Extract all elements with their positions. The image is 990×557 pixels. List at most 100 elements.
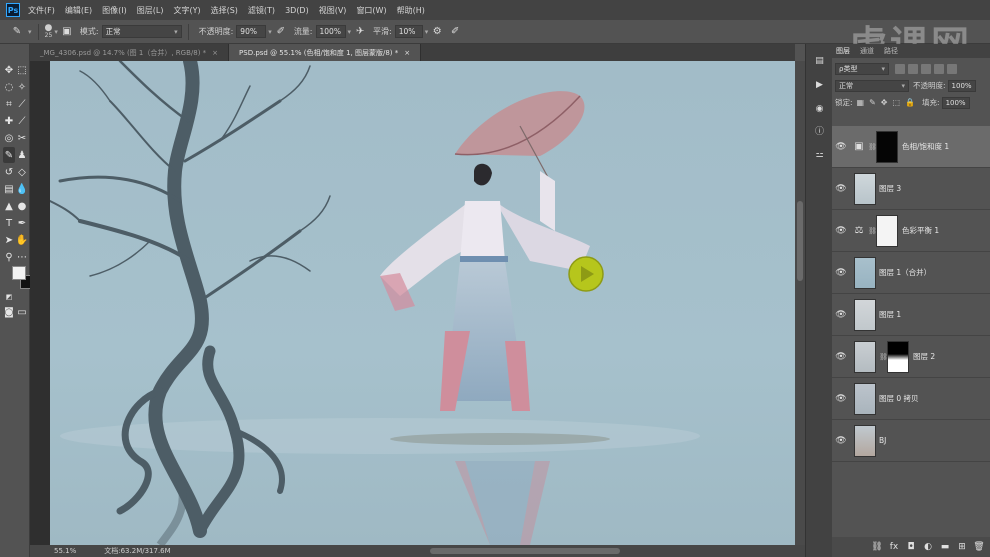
- visibility-eye-icon[interactable]: 👁: [832, 436, 850, 446]
- new-layer-icon[interactable]: ⊞: [955, 540, 969, 554]
- menu-help[interactable]: 帮助(H): [397, 5, 425, 16]
- crop-tool-icon[interactable]: ⌗: [4, 96, 14, 112]
- tab-document-1[interactable]: _MG_4306.psd @ 14.7% (图 1（合并）, RGB/8) * …: [30, 44, 230, 61]
- menu-type[interactable]: 文字(Y): [173, 5, 200, 16]
- link-layers-icon[interactable]: ⛓: [870, 540, 884, 554]
- menu-3d[interactable]: 3D(D): [285, 6, 309, 15]
- chevron-down-icon[interactable]: ▾: [28, 28, 32, 36]
- layer-row[interactable]: 👁 图层 1（合并）: [832, 252, 990, 294]
- burn-tool-icon[interactable]: ●: [16, 198, 28, 214]
- canvas-area[interactable]: [30, 61, 795, 545]
- tab-document-2[interactable]: PSD.psd @ 55.1% (色相/饱和度 1, 图层蒙版/8) * ×: [229, 44, 422, 61]
- eraser-icon[interactable]: ◇: [16, 164, 28, 180]
- brush-panel-icon[interactable]: ▣: [58, 23, 76, 41]
- horizontal-scroll-thumb[interactable]: [430, 548, 620, 554]
- visibility-eye-icon[interactable]: 👁: [832, 226, 850, 236]
- layer-row[interactable]: 👁 图层 1: [832, 294, 990, 336]
- foreground-color-swatch[interactable]: [12, 266, 26, 280]
- pressure-opacity-icon[interactable]: ✐: [272, 23, 290, 41]
- smart-filter-icon[interactable]: [947, 63, 957, 74]
- airbrush-icon[interactable]: ✈: [351, 23, 369, 41]
- opacity-input[interactable]: 90%: [236, 25, 267, 38]
- smoothing-input[interactable]: 10%: [394, 25, 423, 38]
- pixel-filter-icon[interactable]: [895, 63, 905, 74]
- actions-play-icon[interactable]: ▶: [813, 78, 826, 91]
- filter-kind-select[interactable]: ρ类型 ▾: [835, 62, 889, 75]
- shape-filter-icon[interactable]: [934, 63, 944, 74]
- new-adjustment-icon[interactable]: ◐: [921, 540, 935, 554]
- visibility-eye-icon[interactable]: 👁: [832, 142, 850, 152]
- photo-canvas[interactable]: [50, 61, 795, 545]
- marquee-tool-icon[interactable]: ⬚: [16, 62, 28, 78]
- properties-panel-icon[interactable]: ⚍: [813, 148, 826, 161]
- flow-input[interactable]: 100%: [315, 25, 346, 38]
- mode-select[interactable]: 正常 ▾: [101, 25, 182, 38]
- quick-mask-icon[interactable]: ◙: [4, 304, 14, 320]
- menu-edit[interactable]: 编辑(E): [65, 5, 92, 16]
- menu-layer[interactable]: 图层(L): [137, 5, 164, 16]
- brush-tool-icon[interactable]: ✎: [3, 147, 15, 163]
- lock-position-icon[interactable]: ✥: [881, 98, 888, 107]
- adjustment-filter-icon[interactable]: [908, 63, 918, 74]
- layer-row[interactable]: 👁 ▣ ⛓ 色相/饱和度 1: [832, 126, 990, 168]
- move-tool-icon[interactable]: ✥: [4, 62, 14, 78]
- tab-layers[interactable]: 图层: [836, 46, 850, 56]
- lasso-tool-icon[interactable]: ◌: [4, 79, 14, 95]
- menu-filter[interactable]: 滤镜(T): [248, 5, 275, 16]
- blend-mode-select[interactable]: 正常 ▾: [835, 79, 909, 92]
- close-icon[interactable]: ×: [404, 49, 410, 57]
- layer-row[interactable]: 👁 ⚖ ⛓ 色彩平衡 1: [832, 210, 990, 252]
- healing-brush-icon[interactable]: ✚: [4, 113, 14, 129]
- lock-transparent-icon[interactable]: ▦: [857, 98, 865, 107]
- visibility-eye-icon[interactable]: 👁: [832, 184, 850, 194]
- menu-image[interactable]: 图像(I): [102, 5, 127, 16]
- visibility-eye-icon[interactable]: 👁: [832, 310, 850, 320]
- tab-paths[interactable]: 路径: [884, 46, 898, 56]
- layer-opacity-input[interactable]: 100%: [947, 79, 976, 92]
- gear-icon[interactable]: ⚙: [428, 23, 446, 41]
- pressure-size-icon[interactable]: ✐: [446, 23, 464, 41]
- history-brush-icon[interactable]: ↺: [4, 164, 14, 180]
- gradient-tool-icon[interactable]: ▤: [4, 181, 14, 197]
- link-icon[interactable]: ⛓: [868, 227, 877, 235]
- dodge-tool-icon[interactable]: ▲: [4, 198, 14, 214]
- layer-mask-thumbnail[interactable]: [887, 340, 909, 373]
- layer-row[interactable]: 👁 图层 0 拷贝: [832, 378, 990, 420]
- more-tools-icon[interactable]: ⋯: [16, 249, 28, 265]
- close-icon[interactable]: ×: [212, 49, 218, 57]
- lock-artboard-icon[interactable]: ⬚: [893, 98, 901, 107]
- vertical-scrollbar[interactable]: [795, 61, 805, 545]
- adjustments-panel-icon[interactable]: ◉: [813, 102, 826, 115]
- patch-tool-icon[interactable]: ⟋: [16, 113, 28, 129]
- eyedropper-icon[interactable]: ⟋: [16, 96, 28, 112]
- tab-channels[interactable]: 通道: [860, 46, 874, 56]
- new-group-icon[interactable]: ▬: [938, 540, 952, 554]
- magic-wand-icon[interactable]: ✧: [16, 79, 28, 95]
- screen-mode-icon[interactable]: ▭: [16, 304, 28, 320]
- add-mask-icon[interactable]: ◘: [904, 540, 918, 554]
- zoom-tool-icon[interactable]: ⚲: [4, 249, 14, 265]
- scissors-icon[interactable]: ✂: [16, 130, 28, 146]
- layer-row[interactable]: 👁 BJ: [832, 420, 990, 462]
- layer-mask-thumbnail[interactable]: [876, 130, 898, 163]
- type-tool-icon[interactable]: T: [4, 215, 14, 231]
- layer-mask-thumbnail[interactable]: [876, 214, 898, 247]
- default-colors-icon[interactable]: ◩: [4, 289, 14, 305]
- visibility-eye-icon[interactable]: 👁: [832, 394, 850, 404]
- scroll-thumb[interactable]: [797, 201, 803, 281]
- hand-tool-icon[interactable]: ✋: [16, 232, 28, 248]
- lock-all-icon[interactable]: 🔒: [905, 98, 915, 107]
- brush-tool-icon[interactable]: ✎: [8, 23, 26, 41]
- visibility-eye-icon[interactable]: 👁: [832, 268, 850, 278]
- layer-row[interactable]: 👁 图层 3: [832, 168, 990, 210]
- brush-preset-picker[interactable]: ● 25: [45, 23, 53, 39]
- link-icon[interactable]: ⛓: [879, 353, 888, 361]
- layer-row[interactable]: 👁 ⛓ 图层 2: [832, 336, 990, 378]
- pen-tool-icon[interactable]: ✒: [16, 215, 28, 231]
- red-eye-icon[interactable]: ◎: [4, 130, 14, 146]
- link-icon[interactable]: ⛓: [868, 143, 877, 151]
- trash-icon[interactable]: 🗑: [972, 540, 986, 554]
- menu-select[interactable]: 选择(S): [211, 5, 238, 16]
- menu-view[interactable]: 视图(V): [319, 5, 347, 16]
- fill-input[interactable]: 100%: [941, 96, 970, 109]
